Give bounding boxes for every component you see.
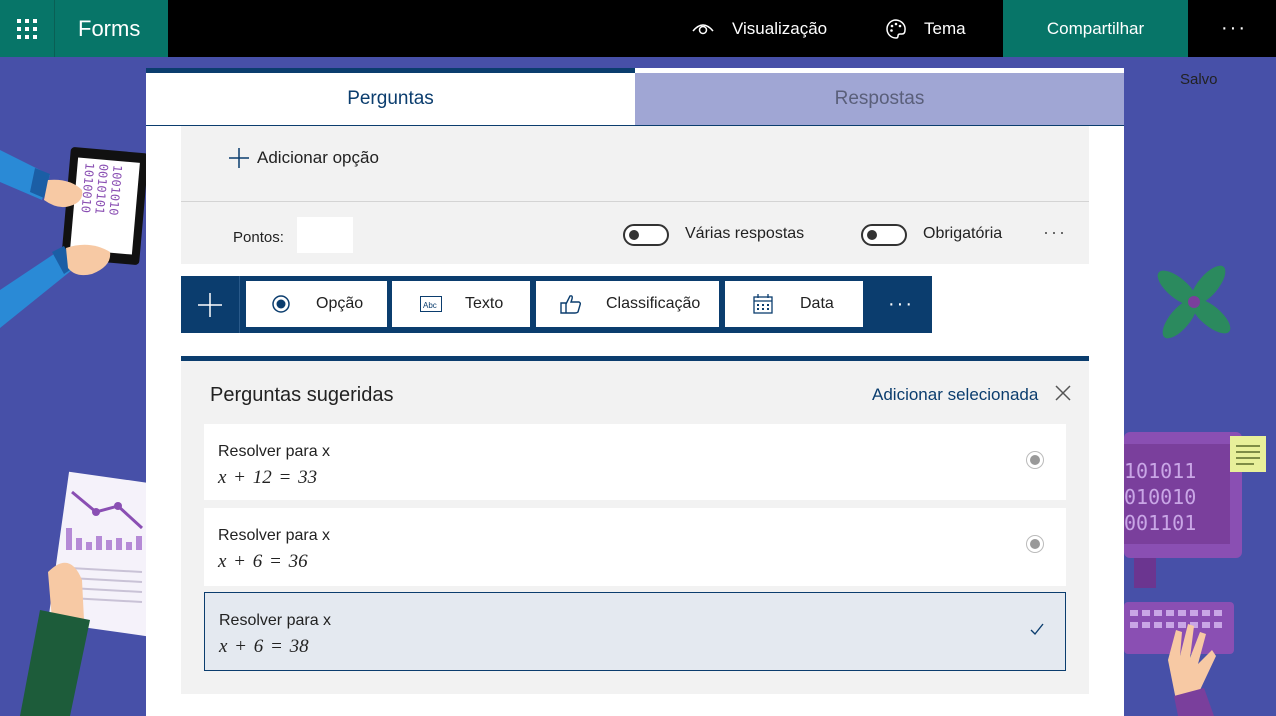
calendar-icon [753, 294, 773, 314]
waffle-icon [17, 18, 37, 39]
preview-button[interactable]: Visualização [692, 0, 827, 57]
radio-icon[interactable] [1026, 535, 1044, 553]
checkmark-icon[interactable] [1029, 619, 1045, 639]
form-editor: Perguntas Respostas Adicionar opção Pont… [146, 68, 1124, 716]
suggestion-item-selected[interactable]: Resolver para x x + 6 = 38 [204, 592, 1066, 671]
theme-label: Tema [924, 18, 966, 38]
suggested-questions-title: Perguntas sugeridas [210, 384, 394, 406]
close-icon[interactable] [1053, 383, 1073, 403]
suggested-questions-panel: Perguntas sugeridas Adicionar selecionad… [181, 356, 1089, 694]
add-option-button[interactable]: Adicionar opção [229, 148, 379, 168]
required-label: Obrigatória [923, 225, 1003, 242]
suggestion-equation: x + 6 = 36 [218, 551, 308, 572]
share-button[interactable]: Compartilhar [1003, 0, 1188, 57]
svg-text:101011: 101011 [1124, 459, 1196, 483]
suggestion-title: Resolver para x [219, 612, 332, 629]
type-choice-label: Opção [316, 295, 364, 312]
type-choice-button[interactable]: Opção [246, 281, 387, 327]
add-option-label: Adicionar opção [257, 148, 379, 167]
type-text-label: Texto [465, 295, 504, 312]
suggestion-title: Resolver para x [218, 443, 331, 460]
text-abc-icon: Abc [420, 296, 442, 312]
illustration-left: 1001010 0010101 1010010 [0, 147, 146, 716]
tab-responses[interactable]: Respostas [635, 73, 1124, 126]
more-question-types-button[interactable]: ··· [881, 276, 921, 333]
type-rating-button[interactable]: Classificação [536, 281, 719, 327]
type-text-button[interactable]: Abc Texto [392, 281, 530, 327]
tab-bar: Perguntas Respostas [146, 68, 1124, 126]
multiple-answers-toggle[interactable] [623, 224, 669, 246]
svg-text:010010: 010010 [1124, 485, 1196, 509]
suggestion-item[interactable]: Resolver para x x + 12 = 33 [204, 424, 1066, 500]
divider [181, 201, 1089, 202]
eye-icon [692, 23, 714, 34]
points-label: Pontos: [233, 229, 284, 246]
points-input[interactable] [297, 217, 353, 253]
type-date-label: Data [800, 295, 834, 312]
question-editor: Adicionar opção Pontos: Várias respostas… [181, 126, 1089, 264]
thumbs-up-icon [560, 294, 582, 314]
radio-icon [272, 295, 290, 313]
radio-icon[interactable] [1026, 451, 1044, 469]
app-launcher-button[interactable] [0, 0, 54, 57]
svg-text:Abc: Abc [423, 301, 437, 310]
question-type-bar: Opção Abc Texto Classificação Data ··· [181, 276, 932, 333]
add-selected-link[interactable]: Adicionar selecionada [872, 385, 1038, 405]
illustration-right: 101011 010010 001101 [1124, 265, 1266, 716]
question-more-button[interactable]: ··· [1043, 222, 1067, 243]
plus-icon [198, 292, 222, 317]
suggestion-item[interactable]: Resolver para x x + 6 = 36 [204, 508, 1066, 586]
top-bar: Forms Visualização Tema Compartilhar ··· [0, 0, 1276, 57]
tab-questions[interactable]: Perguntas [146, 68, 635, 126]
app-name[interactable]: Forms [54, 0, 168, 57]
theme-button[interactable]: Tema [886, 0, 966, 57]
type-date-button[interactable]: Data [725, 281, 863, 327]
suggestion-equation: x + 12 = 33 [218, 467, 318, 488]
plus-icon [229, 148, 249, 168]
required-toggle[interactable] [861, 224, 907, 246]
preview-label: Visualização [732, 18, 828, 38]
suggestion-equation: x + 6 = 38 [219, 636, 309, 657]
suggestion-title: Resolver para x [218, 527, 331, 544]
multiple-answers-label: Várias respostas [685, 225, 805, 242]
svg-text:001101: 001101 [1124, 511, 1196, 535]
palette-icon [886, 18, 906, 39]
add-question-button[interactable] [181, 276, 240, 333]
save-status: Salvo [1180, 71, 1218, 88]
more-options-button[interactable]: ··· [1212, 0, 1256, 57]
type-rating-label: Classificação [606, 295, 701, 312]
